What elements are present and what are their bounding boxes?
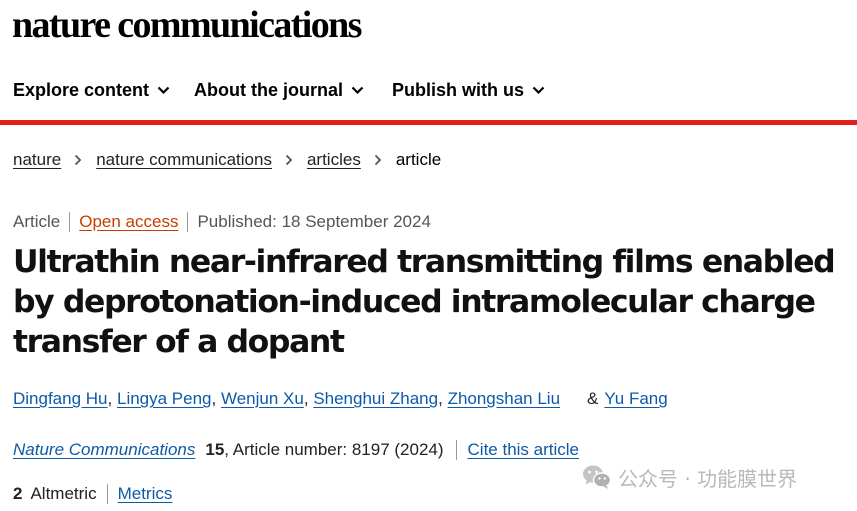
nav-explore-content[interactable]: Explore content (13, 74, 170, 106)
journal-link[interactable]: Nature Communications (13, 440, 195, 460)
author-link-last[interactable]: Yu Fang (604, 389, 667, 409)
author-separator: , (211, 389, 217, 408)
metrics-line: 2 Altmetric Metrics (13, 482, 172, 506)
article-type: Article (13, 212, 61, 231)
author-ampersand: & (587, 389, 599, 408)
article-meta: Article Open access Published: 18 Septem… (13, 210, 431, 234)
volume-number: 15 (205, 440, 225, 459)
cite-article-link[interactable]: Cite this article (468, 440, 579, 460)
author-list: Dingfang Hu, Lingya Peng, Wenjun Xu, She… (13, 387, 668, 411)
meta-divider (69, 212, 71, 232)
chevron-right-icon (75, 154, 82, 166)
published-date: Published: 18 September 2024 (197, 212, 431, 231)
chevron-right-icon (285, 154, 293, 166)
breadcrumb-nature-communications[interactable]: nature communications (96, 150, 272, 170)
nav-publish-with-us-label: Publish with us (392, 79, 525, 100)
watermark-text: 公众号 · 功能膜世界 (618, 466, 798, 491)
chevron-down-icon (532, 86, 545, 94)
author-link[interactable]: Shenghui Zhang (313, 389, 438, 409)
chevron-down-icon (157, 86, 170, 94)
breadcrumb-articles[interactable]: articles (307, 150, 361, 170)
author-separator: , (107, 389, 113, 408)
nav-explore-content-label: Explore content (13, 79, 150, 100)
journal-logo[interactable]: nature communications (12, 2, 362, 48)
article-title: Ultrathin near-infrared transmitting fil… (13, 244, 836, 360)
watermark: 公众号 · 功能膜世界 (582, 462, 797, 492)
author-link[interactable]: Zhongshan Liu (448, 389, 560, 409)
metrics-divider (106, 484, 108, 504)
author-separator: , (303, 389, 309, 408)
metrics-link[interactable]: Metrics (118, 484, 173, 504)
author-link[interactable]: Wenjun Xu (221, 389, 304, 409)
chevron-right-icon (374, 154, 382, 166)
breadcrumb-current: article (395, 150, 442, 169)
main-nav: Explore content About the journal Publis… (0, 74, 857, 106)
nav-about-journal-label: About the journal (194, 79, 343, 100)
meta-divider (187, 212, 189, 232)
author-link[interactable]: Dingfang Hu (13, 389, 108, 409)
citation-divider (455, 440, 457, 460)
wechat-icon (583, 465, 612, 489)
altmetric-label: Altmetric (30, 484, 97, 503)
chevron-down-icon (351, 86, 364, 94)
author-separator: , (438, 389, 443, 408)
citation-line: Nature Communications 15 , Article numbe… (13, 438, 579, 462)
nav-publish-with-us[interactable]: Publish with us (392, 74, 545, 106)
altmetric-count: 2 (13, 484, 23, 503)
breadcrumb-nature[interactable]: nature (13, 150, 61, 170)
article-number: , Article number: 8197 (2024) (224, 440, 444, 459)
breadcrumb: nature nature communications articles ar… (13, 148, 441, 172)
open-access-link[interactable]: Open access (79, 212, 178, 232)
author-link[interactable]: Lingya Peng (117, 389, 212, 409)
nav-about-journal[interactable]: About the journal (194, 74, 364, 106)
nav-accent-bar (0, 120, 857, 125)
